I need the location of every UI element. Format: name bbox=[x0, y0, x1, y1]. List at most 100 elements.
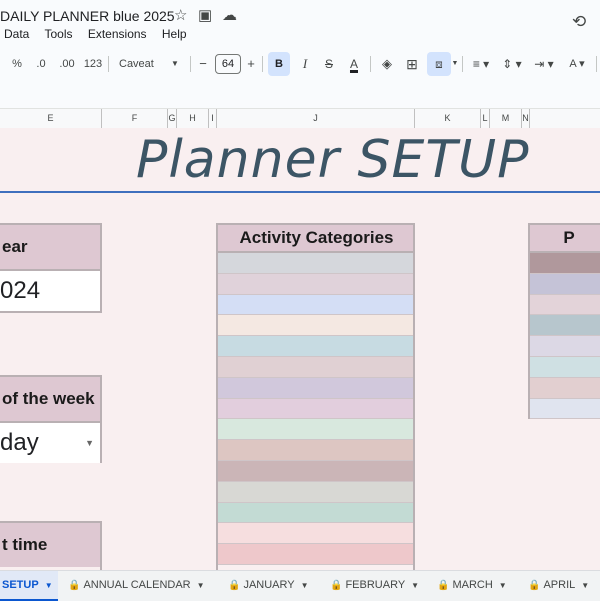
category-color-swatch[interactable] bbox=[218, 273, 413, 295]
palette-box: P bbox=[528, 223, 600, 420]
toolbar-divider bbox=[370, 56, 371, 72]
week-start-select[interactable]: day ▼ bbox=[0, 421, 100, 463]
palette-color-swatch[interactable] bbox=[530, 356, 600, 378]
format-percent-button[interactable]: % bbox=[10, 52, 24, 76]
week-start-box: of the week day ▼ bbox=[0, 375, 102, 463]
column-header-n[interactable]: N bbox=[522, 109, 530, 128]
bold-button[interactable]: B bbox=[268, 52, 290, 76]
category-color-swatch[interactable] bbox=[218, 294, 413, 316]
palette-color-swatch[interactable] bbox=[530, 377, 600, 399]
column-header-g[interactable]: G bbox=[168, 109, 177, 128]
category-color-swatch[interactable] bbox=[218, 502, 413, 524]
number-format-button[interactable]: 123 bbox=[83, 52, 103, 76]
column-header-l[interactable]: L bbox=[481, 109, 490, 128]
font-select[interactable]: Caveat ▼ bbox=[113, 52, 185, 76]
vertical-align-icon[interactable]: ⇕ ▾ bbox=[499, 52, 525, 76]
fill-color-icon[interactable]: ◈ bbox=[378, 52, 396, 76]
tab-label: JANUARY bbox=[243, 579, 295, 591]
menu-help[interactable]: Help bbox=[162, 27, 187, 41]
tab-label: MARCH bbox=[452, 579, 493, 591]
menu-data[interactable]: Data bbox=[4, 27, 29, 41]
toolbar-divider bbox=[108, 56, 109, 72]
tab-april[interactable]: 🔒 APRIL ▼ bbox=[528, 571, 598, 599]
palette-color-swatch[interactable] bbox=[530, 253, 600, 274]
document-title[interactable]: DAILY PLANNER blue 2025 bbox=[0, 8, 175, 24]
decrease-decimal-button[interactable]: .0 bbox=[32, 52, 50, 76]
text-color-button[interactable]: A bbox=[344, 52, 364, 76]
chevron-down-icon: ▼ bbox=[196, 581, 205, 590]
chevron-down-icon[interactable]: ▼ bbox=[451, 52, 459, 76]
chevron-down-icon: ▼ bbox=[498, 581, 507, 590]
toolbar: % .0 .00 123 Caveat ▼ − 64 + B I S A ◈ ⊞… bbox=[0, 52, 600, 78]
chevron-down-icon: ▼ bbox=[85, 438, 94, 448]
menu-extensions[interactable]: Extensions bbox=[88, 27, 147, 41]
category-color-swatch[interactable] bbox=[218, 336, 413, 357]
folder-move-icon[interactable]: ▣ bbox=[198, 6, 212, 24]
lock-icon: 🔒 bbox=[68, 580, 81, 591]
column-header-i[interactable]: I bbox=[209, 109, 217, 128]
column-header-m[interactable]: M bbox=[490, 109, 522, 128]
toolbar-divider bbox=[596, 56, 597, 72]
category-color-swatch[interactable] bbox=[218, 377, 413, 399]
palette-color-swatch[interactable] bbox=[530, 336, 600, 357]
toolbar-divider bbox=[462, 56, 463, 72]
category-color-swatch[interactable] bbox=[218, 544, 413, 565]
palette-color-swatch[interactable] bbox=[530, 315, 600, 337]
tab-january[interactable]: 🔒 JANUARY ▼ bbox=[228, 571, 323, 599]
palette-color-list bbox=[530, 253, 600, 420]
strikethrough-button[interactable]: S bbox=[320, 52, 338, 76]
category-color-swatch[interactable] bbox=[218, 481, 413, 503]
column-header-h[interactable]: H bbox=[177, 109, 209, 128]
font-size-input[interactable]: 64 bbox=[215, 54, 241, 74]
time-box: t time bbox=[0, 521, 102, 570]
column-header-j[interactable]: J bbox=[217, 109, 415, 128]
text-rotation-button[interactable]: A ▾ bbox=[563, 52, 591, 76]
tab-annual-calendar[interactable]: 🔒 ANNUAL CALENDAR ▼ bbox=[68, 571, 218, 599]
tab-label: FEBRUARY bbox=[345, 579, 406, 591]
tab-march[interactable]: 🔒 MARCH ▼ bbox=[437, 571, 517, 599]
palette-color-swatch[interactable] bbox=[530, 273, 600, 295]
chevron-down-icon: ▼ bbox=[44, 581, 53, 590]
merge-cells-icon[interactable]: ⧈ bbox=[427, 52, 451, 76]
borders-icon[interactable]: ⊞ bbox=[403, 52, 421, 76]
lock-icon: 🔒 bbox=[228, 580, 241, 591]
column-header-row: E F G H I J K L M N bbox=[0, 108, 600, 129]
column-header-k[interactable]: K bbox=[415, 109, 481, 128]
font-size-decrease-button[interactable]: − bbox=[197, 52, 209, 76]
tab-label: APRIL bbox=[543, 579, 576, 591]
app-header: DAILY PLANNER blue 2025 ☆ ▣ ☁ ⟲ Data Too… bbox=[0, 0, 600, 108]
category-color-swatch[interactable] bbox=[218, 356, 413, 378]
horizontal-align-icon[interactable]: ≡ ▾ bbox=[468, 52, 494, 76]
activity-categories-header: Activity Categories bbox=[218, 225, 413, 253]
category-color-swatch[interactable] bbox=[218, 440, 413, 461]
category-color-swatch[interactable] bbox=[218, 460, 413, 482]
font-name: Caveat bbox=[119, 58, 154, 70]
palette-color-swatch[interactable] bbox=[530, 398, 600, 420]
sheet-grid[interactable]: Planner SETUP ear 024 of the week day ▼ … bbox=[0, 128, 600, 570]
text-wrap-icon[interactable]: ⇥ ▾ bbox=[530, 52, 558, 76]
palette-color-swatch[interactable] bbox=[530, 294, 600, 316]
page-title[interactable]: Planner SETUP bbox=[136, 130, 530, 190]
category-color-swatch[interactable] bbox=[218, 419, 413, 441]
chevron-down-icon: ▼ bbox=[300, 581, 309, 590]
sheet-tabs-bar: SETUP ▼ 🔒 ANNUAL CALENDAR ▼ 🔒 JANUARY ▼ 🔒 FEBR… bbox=[0, 570, 600, 601]
category-color-swatch[interactable] bbox=[218, 523, 413, 545]
category-color-swatch[interactable] bbox=[218, 398, 413, 420]
cloud-status-icon[interactable]: ☁ bbox=[222, 6, 237, 24]
year-value[interactable]: 024 bbox=[0, 269, 100, 311]
menu-tools[interactable]: Tools bbox=[44, 27, 72, 41]
version-history-icon[interactable]: ⟲ bbox=[572, 12, 586, 32]
palette-header: P bbox=[530, 225, 600, 253]
lock-icon: 🔒 bbox=[437, 580, 450, 591]
star-icon[interactable]: ☆ bbox=[174, 6, 187, 24]
time-header: t time bbox=[0, 523, 100, 567]
font-size-increase-button[interactable]: + bbox=[245, 52, 257, 76]
italic-button[interactable]: I bbox=[296, 52, 314, 76]
tab-february[interactable]: 🔒 FEBRUARY ▼ bbox=[330, 571, 430, 599]
category-color-swatch[interactable] bbox=[218, 253, 413, 274]
category-color-swatch[interactable] bbox=[218, 315, 413, 337]
column-header-e[interactable]: E bbox=[0, 109, 102, 128]
tab-setup[interactable]: SETUP ▼ bbox=[0, 571, 58, 601]
column-header-f[interactable]: F bbox=[102, 109, 168, 128]
increase-decimal-button[interactable]: .00 bbox=[57, 52, 77, 76]
